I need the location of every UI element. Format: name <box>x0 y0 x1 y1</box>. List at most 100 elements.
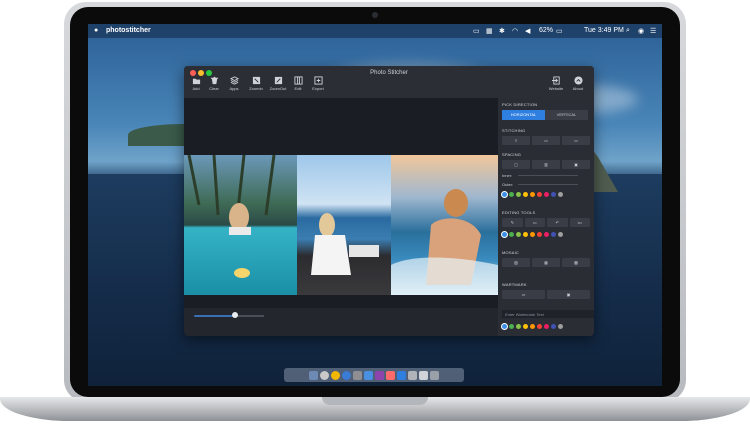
color-swatch[interactable] <box>537 232 542 237</box>
color-swatch[interactable] <box>537 192 542 197</box>
website-label: Website <box>548 86 564 91</box>
color-swatch[interactable] <box>509 324 514 329</box>
color-swatch[interactable] <box>530 324 535 329</box>
menu-clock[interactable]: Tue 3:49 PM <box>584 27 624 34</box>
color-swatch[interactable] <box>544 232 549 237</box>
zoom-out-icon <box>274 76 282 85</box>
music-icon[interactable] <box>375 370 384 380</box>
watermark-image-icon[interactable]: ▣ <box>547 290 590 299</box>
color-swatch[interactable] <box>551 192 556 197</box>
more-icon[interactable]: ••• <box>569 218 590 227</box>
mosaic-brush-icon[interactable]: ▩ <box>562 258 590 267</box>
menu-list-icon[interactable]: ☰ <box>650 27 656 35</box>
export-button[interactable]: Export <box>306 76 330 91</box>
battery-icon[interactable]: ▭ <box>556 27 563 35</box>
chrome-icon[interactable] <box>331 370 340 380</box>
wifi-icon[interactable]: ◠ <box>512 27 518 35</box>
undo-icon[interactable]: ↶ <box>547 218 568 227</box>
color-swatch[interactable] <box>523 192 528 197</box>
export-label: Export <box>312 86 324 91</box>
apple-icon[interactable]: ● <box>94 27 98 34</box>
color-swatch[interactable] <box>537 324 542 329</box>
rectangle-icon[interactable]: ▭ <box>524 218 545 227</box>
color-swatch[interactable] <box>516 232 521 237</box>
photostitcher-icon[interactable] <box>397 370 406 380</box>
photo-sunset-sea[interactable] <box>391 155 498 295</box>
spacing-inner-icon[interactable]: ▥ <box>532 160 560 169</box>
spacing-options: ▢ ▥ ▣ <box>502 160 590 169</box>
stitch-align-bottom-icon[interactable]: ▭ <box>562 136 590 145</box>
mosaic-blur-icon[interactable]: ▦ <box>532 258 560 267</box>
zoomin-label: ZoomIn <box>249 86 263 91</box>
color-swatch[interactable] <box>544 324 549 329</box>
color-swatch[interactable] <box>530 232 535 237</box>
display-icon[interactable]: ▭ <box>473 27 480 35</box>
color-swatch[interactable] <box>516 324 521 329</box>
color-swatch[interactable] <box>516 192 521 197</box>
apps-button[interactable]: Apps <box>222 76 246 91</box>
color-swatch[interactable] <box>530 192 535 197</box>
laptop-notch <box>322 397 428 405</box>
zoom-in-icon <box>252 76 260 85</box>
stitch-align-top-icon[interactable]: ≡ <box>502 136 530 145</box>
inner-slider[interactable] <box>518 175 578 176</box>
watermark-text-input[interactable] <box>502 310 594 318</box>
color-swatch[interactable] <box>502 232 507 237</box>
color-swatch[interactable] <box>509 192 514 197</box>
search-icon[interactable]: ⌕ <box>626 27 630 35</box>
color-swatch[interactable] <box>551 232 556 237</box>
website-button[interactable]: Website <box>544 76 568 91</box>
watermark-text-icon[interactable]: ▭ <box>502 290 545 299</box>
spacing-color-swatches <box>502 192 563 197</box>
safari-icon[interactable] <box>342 370 351 380</box>
launchpad-icon[interactable] <box>320 370 329 380</box>
finder-icon[interactable] <box>309 370 318 380</box>
folder-icon[interactable] <box>419 370 428 380</box>
color-swatch[interactable] <box>558 324 563 329</box>
stitch-canvas[interactable] <box>184 98 498 336</box>
siri-icon[interactable]: ◉ <box>638 27 644 35</box>
bluetooth-icon[interactable]: ✱ <box>499 27 505 35</box>
apps-label: Apps <box>229 86 239 91</box>
grid-icon[interactable]: ▦ <box>486 27 493 35</box>
stitching-options: ≡ ▭ ▭ <box>502 136 590 145</box>
photo-beach-rocks[interactable] <box>297 155 391 295</box>
color-swatch[interactable] <box>544 192 549 197</box>
color-swatch[interactable] <box>558 192 563 197</box>
vertical-label: VERTICAL <box>556 112 577 117</box>
brush-icon[interactable]: ✎ <box>502 218 523 227</box>
mail-icon[interactable] <box>353 370 362 380</box>
inner-label: Inner: <box>502 173 513 178</box>
spacing-outer-icon[interactable]: ▣ <box>562 160 590 169</box>
color-swatch[interactable] <box>558 232 563 237</box>
color-swatch[interactable] <box>502 192 507 197</box>
stitch-align-center-icon[interactable]: ▭ <box>532 136 560 145</box>
clear-label: Clear <box>209 86 219 91</box>
photos-icon[interactable] <box>386 370 395 380</box>
spacing-none-icon[interactable]: ▢ <box>502 160 530 169</box>
about-label: About <box>572 86 584 91</box>
color-swatch[interactable] <box>523 232 528 237</box>
preview-icon[interactable] <box>408 370 417 380</box>
photo-pool-palms[interactable] <box>184 155 297 295</box>
horizontal-button[interactable]: HORIZONTAL <box>502 110 545 120</box>
appstore-icon[interactable] <box>364 370 373 380</box>
color-swatch[interactable] <box>523 324 528 329</box>
photo-pool-palms-art <box>187 155 276 278</box>
zoom-slider-knob[interactable] <box>232 312 238 318</box>
add-label: Add <box>192 86 200 91</box>
zoomin-button[interactable]: ZoomIn <box>244 76 268 91</box>
menu-app-name[interactable]: photostitcher <box>106 27 151 34</box>
about-button[interactable]: About <box>566 76 590 91</box>
stitched-photos <box>184 155 498 295</box>
trash-icon <box>210 76 218 85</box>
vertical-button[interactable]: VERTICAL <box>545 110 588 120</box>
color-swatch[interactable] <box>551 324 556 329</box>
volume-icon[interactable]: ◀ <box>525 27 530 35</box>
mosaic-pattern-icon[interactable]: ▨ <box>502 258 530 267</box>
color-swatch[interactable] <box>502 324 507 329</box>
outer-slider[interactable] <box>518 184 578 185</box>
trash-icon[interactable] <box>430 370 439 380</box>
website-icon <box>551 76 560 85</box>
color-swatch[interactable] <box>509 232 514 237</box>
